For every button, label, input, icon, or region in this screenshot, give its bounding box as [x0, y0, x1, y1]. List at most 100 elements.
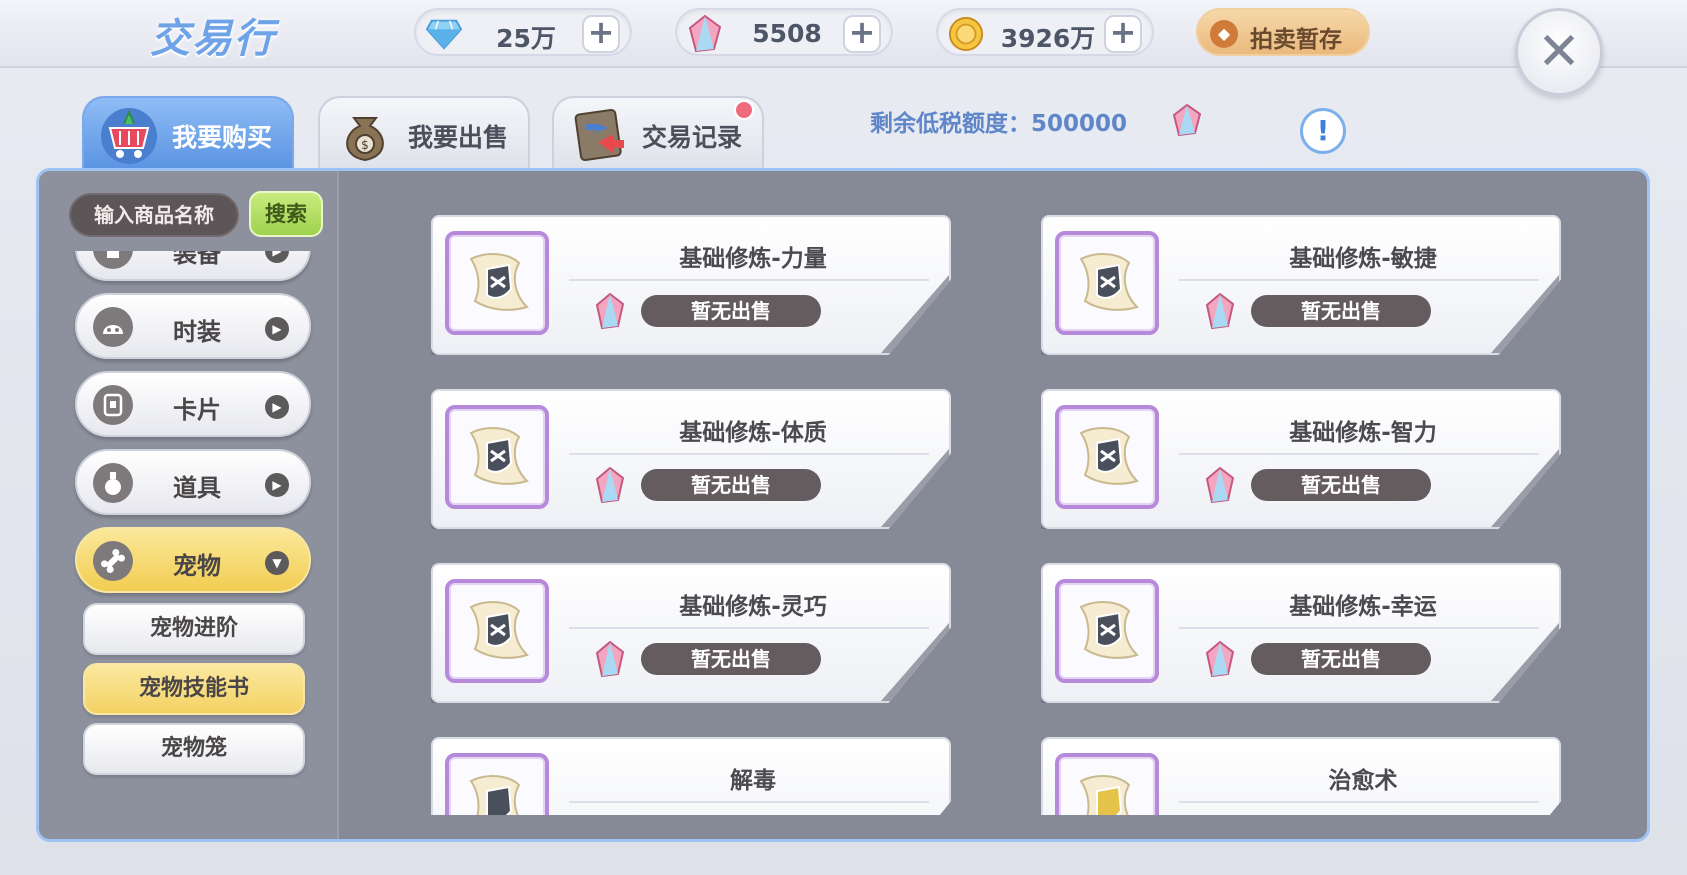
category-label: 卡片 [173, 396, 221, 424]
item-name: 治愈术 [1328, 768, 1398, 794]
category-pets[interactable]: 宠物 ▼ [75, 527, 311, 593]
divider [569, 279, 929, 281]
skill-scroll-icon [445, 405, 549, 509]
crystal-gem-icon [595, 640, 625, 678]
notification-badge [734, 100, 754, 120]
item-card[interactable]: 解毒 [431, 737, 951, 815]
item-card[interactable]: 基础修炼-体质 暂无出售 ★ [431, 389, 951, 529]
item-name: 基础修炼-灵巧 [679, 594, 827, 620]
potion-icon [93, 463, 133, 503]
subcategory-pet-skill-book[interactable]: 宠物技能书 [83, 663, 305, 715]
money-bag-icon: $ [332, 102, 398, 166]
category-fashion[interactable]: 时装 ▶ [75, 293, 311, 359]
category-equipment[interactable]: 装备 ▶ [75, 251, 311, 281]
search-button[interactable]: 搜索 [249, 191, 323, 237]
tab-sell[interactable]: $ 我要出售 [318, 96, 530, 168]
sale-status: 暂无出售 [1251, 643, 1431, 675]
fashion-head-icon [93, 307, 133, 347]
crystal-amount: 5508 [752, 19, 822, 48]
add-crystal-button[interactable]: + [843, 15, 881, 53]
divider [1179, 279, 1539, 281]
chevron-right-icon: ▶ [265, 473, 289, 497]
top-bar: 交易行 25万 + 5508 + 3926万 + ◆ 拍卖暂存 [0, 0, 1687, 68]
star-icon[interactable]: ★ [916, 488, 941, 521]
gold-currency: 3926万 + [936, 8, 1154, 56]
divider [569, 453, 929, 455]
diamond-amount: 25万 [496, 24, 556, 53]
crystal-gem-icon [1205, 640, 1235, 678]
star-icon[interactable]: ★ [916, 662, 941, 695]
chevron-right-icon: ▶ [265, 395, 289, 419]
bone-icon [93, 541, 133, 581]
tab-buy[interactable]: 我要购买 [82, 96, 294, 168]
star-icon[interactable]: ★ [1526, 662, 1551, 695]
sale-status: 暂无出售 [641, 643, 821, 675]
crystal-gem-icon [1205, 292, 1235, 330]
svg-text:$: $ [361, 138, 369, 152]
item-name: 解毒 [730, 768, 776, 794]
category-list: 装备 ▶ 时装 ▶ 卡片 ▶ 道具 ▶ 宠物 ▼ 宠物进阶 宠物技能书 宠物笼 [39, 251, 339, 839]
chevron-right-icon: ▶ [265, 317, 289, 341]
skill-scroll-icon [445, 753, 549, 815]
tab-sell-label: 我要出售 [408, 123, 509, 152]
tab-buy-label: 我要购买 [172, 123, 273, 152]
skill-scroll-icon [1055, 231, 1159, 335]
chevron-down-icon: ▼ [265, 551, 289, 575]
page-title: 交易行 [150, 16, 276, 62]
item-name: 基础修炼-体质 [679, 420, 827, 446]
category-items[interactable]: 道具 ▶ [75, 449, 311, 515]
item-name: 基础修炼-敏捷 [1289, 246, 1437, 272]
crystal-currency: 5508 + [675, 8, 893, 56]
skill-scroll-icon [445, 579, 549, 683]
item-card[interactable]: 基础修炼-智力 暂无出售 ★ [1041, 389, 1561, 529]
crystal-gem-icon [595, 292, 625, 330]
auction-storage-label: 拍卖暂存 [1250, 27, 1342, 53]
subcategory-pet-cage[interactable]: 宠物笼 [83, 723, 305, 775]
category-sidebar: 输入商品名称 搜索 装备 ▶ 时装 ▶ 卡片 ▶ 道具 ▶ 宠物 ▼ 宠物进阶 … [39, 171, 339, 839]
item-name: 基础修炼-力量 [679, 246, 827, 272]
shopping-basket-icon [96, 102, 162, 166]
item-name: 基础修炼-幸运 [1289, 594, 1437, 620]
category-cards[interactable]: 卡片 ▶ [75, 371, 311, 437]
star-icon[interactable]: ★ [1526, 488, 1551, 521]
item-card[interactable]: 基础修炼-灵巧 暂无出售 ★ [431, 563, 951, 703]
star-icon[interactable]: ★ [916, 314, 941, 347]
divider [1179, 627, 1539, 629]
skill-scroll-icon [1055, 405, 1159, 509]
category-label: 时装 [173, 318, 221, 346]
crystal-gem-icon [687, 15, 723, 53]
sale-status: 暂无出售 [641, 295, 821, 327]
chevron-right-icon: ▶ [265, 251, 289, 263]
category-label: 装备 [173, 251, 221, 268]
category-label: 宠物 [173, 552, 221, 580]
subcategory-pet-advance[interactable]: 宠物进阶 [83, 603, 305, 655]
low-tax-quota-label: 剩余低税额度：500000 [870, 111, 1128, 137]
gold-coin-icon [948, 16, 984, 52]
close-button[interactable]: ✕ [1515, 8, 1603, 96]
divider [569, 801, 929, 803]
main-panel: 输入商品名称 搜索 装备 ▶ 时装 ▶ 卡片 ▶ 道具 ▶ 宠物 ▼ 宠物进阶 … [36, 168, 1650, 842]
search-input[interactable]: 输入商品名称 [69, 193, 239, 237]
add-diamond-button[interactable]: + [582, 15, 620, 53]
item-card[interactable]: 基础修炼-敏捷 暂无出售 ★ [1041, 215, 1561, 355]
item-grid: 基础修炼-力量 暂无出售 ★ 基础修炼-敏捷 暂无出售 ★ 基础修炼-体质 暂无… [339, 171, 1647, 815]
hammer-icon: ◆ [1210, 20, 1238, 48]
sale-status: 暂无出售 [1251, 295, 1431, 327]
crystal-gem-icon [595, 466, 625, 504]
info-button[interactable]: ! [1300, 108, 1346, 154]
skill-scroll-icon [1055, 579, 1159, 683]
tab-trade-records[interactable]: 交易记录 [552, 96, 764, 168]
item-card[interactable]: 治愈术 [1041, 737, 1561, 815]
item-name: 基础修炼-智力 [1289, 420, 1437, 446]
trade-record-icon [566, 102, 632, 166]
sale-status: 暂无出售 [1251, 469, 1431, 501]
divider [1179, 801, 1539, 803]
divider [1179, 453, 1539, 455]
add-gold-button[interactable]: + [1104, 15, 1142, 53]
item-card[interactable]: 基础修炼-力量 暂无出售 ★ [431, 215, 951, 355]
crystal-gem-icon [1205, 466, 1235, 504]
star-icon[interactable]: ★ [1526, 314, 1551, 347]
tab-trade-records-label: 交易记录 [642, 123, 743, 152]
item-card[interactable]: 基础修炼-幸运 暂无出售 ★ [1041, 563, 1561, 703]
auction-storage-button[interactable]: ◆ 拍卖暂存 [1196, 8, 1370, 56]
